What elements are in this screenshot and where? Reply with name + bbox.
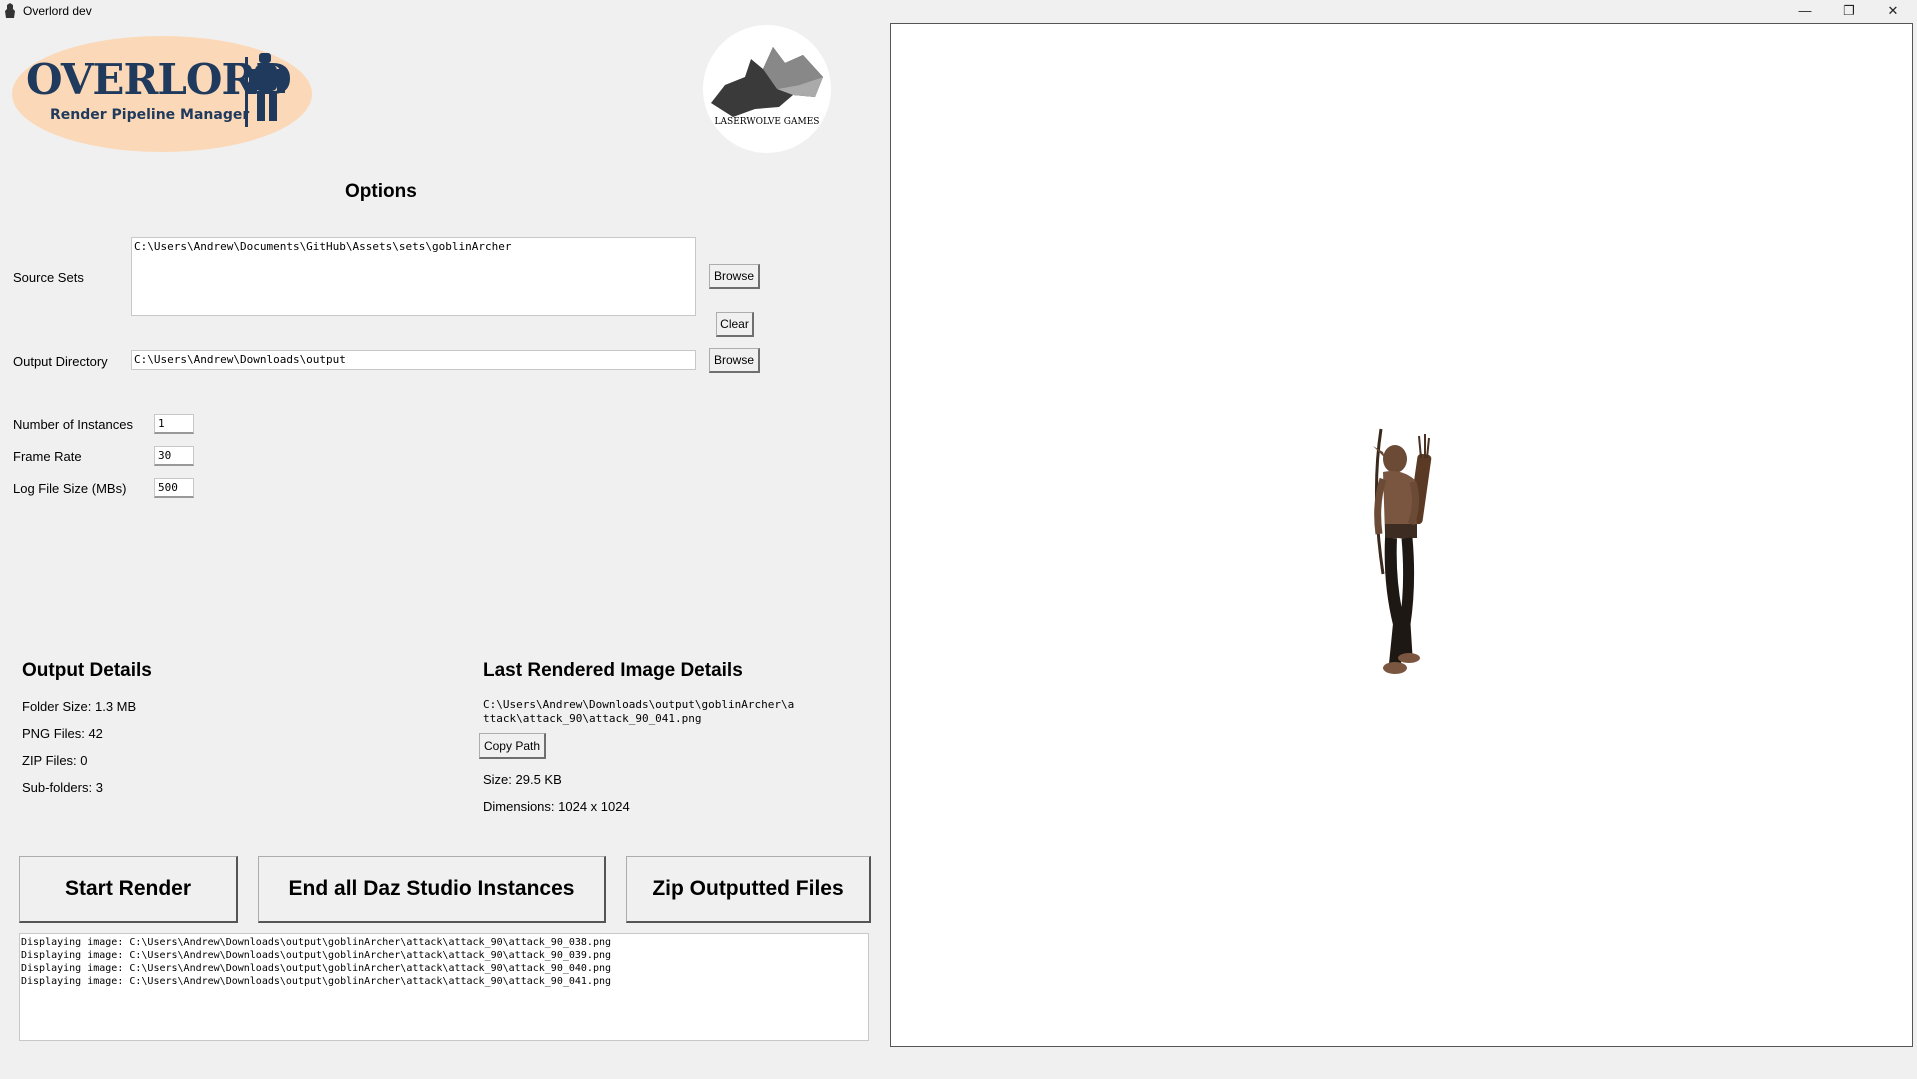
last-image-heading: Last Rendered Image Details	[483, 660, 743, 681]
clear-button[interactable]: Clear	[716, 312, 754, 337]
output-directory-label: Output Directory	[13, 354, 108, 369]
png-files-text: PNG Files: 42	[22, 726, 103, 741]
options-heading: Options	[345, 181, 417, 202]
frame-rate-input[interactable]: 30	[154, 446, 194, 466]
log-output[interactable]: Displaying image: C:\Users\Andrew\Downlo…	[19, 933, 869, 1041]
end-instances-button[interactable]: End all Daz Studio Instances	[258, 856, 606, 923]
num-instances-input[interactable]: 1	[154, 414, 194, 434]
image-path-line2: ttack\attack_90\attack_90_041.png	[483, 712, 702, 725]
log-line: Displaying image: C:\Users\Andrew\Downlo…	[21, 950, 612, 961]
laserwolve-logo: LASERWOLVE GAMES	[703, 25, 831, 153]
output-directory-field[interactable]: C:\Users\Andrew\Downloads\output	[131, 350, 696, 370]
laserwolve-text: LASERWOLVE GAMES	[714, 117, 820, 127]
folder-size-text: Folder Size: 1.3 MB	[22, 699, 137, 714]
log-size-label: Log File Size (MBs)	[13, 481, 127, 496]
log-line: Displaying image: C:\Users\Andrew\Downlo…	[21, 937, 612, 948]
source-sets-field[interactable]: C:\Users\Andrew\Documents\GitHub\Assets\…	[131, 237, 696, 316]
output-details-heading: Output Details	[22, 660, 152, 681]
output-browse-button[interactable]: Browse	[709, 348, 760, 373]
image-dimensions-text: Dimensions: 1024 x 1024	[483, 799, 630, 814]
copy-path-button[interactable]: Copy Path	[479, 733, 546, 759]
log-line: Displaying image: C:\Users\Andrew\Downlo…	[21, 976, 612, 987]
window-title: Overlord dev	[23, 4, 92, 18]
zip-files-button[interactable]: Zip Outputted Files	[626, 856, 871, 923]
wolf-icon	[711, 47, 823, 117]
app-icon	[5, 3, 15, 18]
image-size-text: Size: 29.5 KB	[483, 772, 562, 787]
log-line: Displaying image: C:\Users\Andrew\Downlo…	[21, 963, 612, 974]
title-bar: Overlord dev — ❐ ✕	[0, 0, 1917, 22]
log-size-input[interactable]: 500	[154, 478, 194, 498]
sub-folders-text: Sub-folders: 3	[22, 780, 103, 795]
logo-subtitle: Render Pipeline Manager	[50, 107, 250, 123]
overlord-logo: OVERLORD Render Pipeline Manager	[12, 35, 314, 153]
goblin-archer-image	[1373, 428, 1432, 674]
start-render-button[interactable]: Start Render	[19, 856, 238, 923]
close-icon[interactable]: ✕	[1870, 0, 1916, 22]
restore-icon[interactable]: ❐	[1826, 0, 1872, 22]
logo-title: OVERLORD	[26, 55, 292, 104]
zip-files-text: ZIP Files: 0	[22, 753, 88, 768]
image-path-line1: C:\Users\Andrew\Downloads\output\goblinA…	[483, 698, 795, 711]
source-sets-label: Source Sets	[13, 270, 84, 285]
minimize-icon[interactable]: —	[1782, 0, 1828, 22]
num-instances-label: Number of Instances	[13, 417, 133, 432]
frame-rate-label: Frame Rate	[13, 449, 82, 464]
source-browse-button[interactable]: Browse	[709, 264, 760, 289]
image-viewer	[890, 23, 1913, 1047]
